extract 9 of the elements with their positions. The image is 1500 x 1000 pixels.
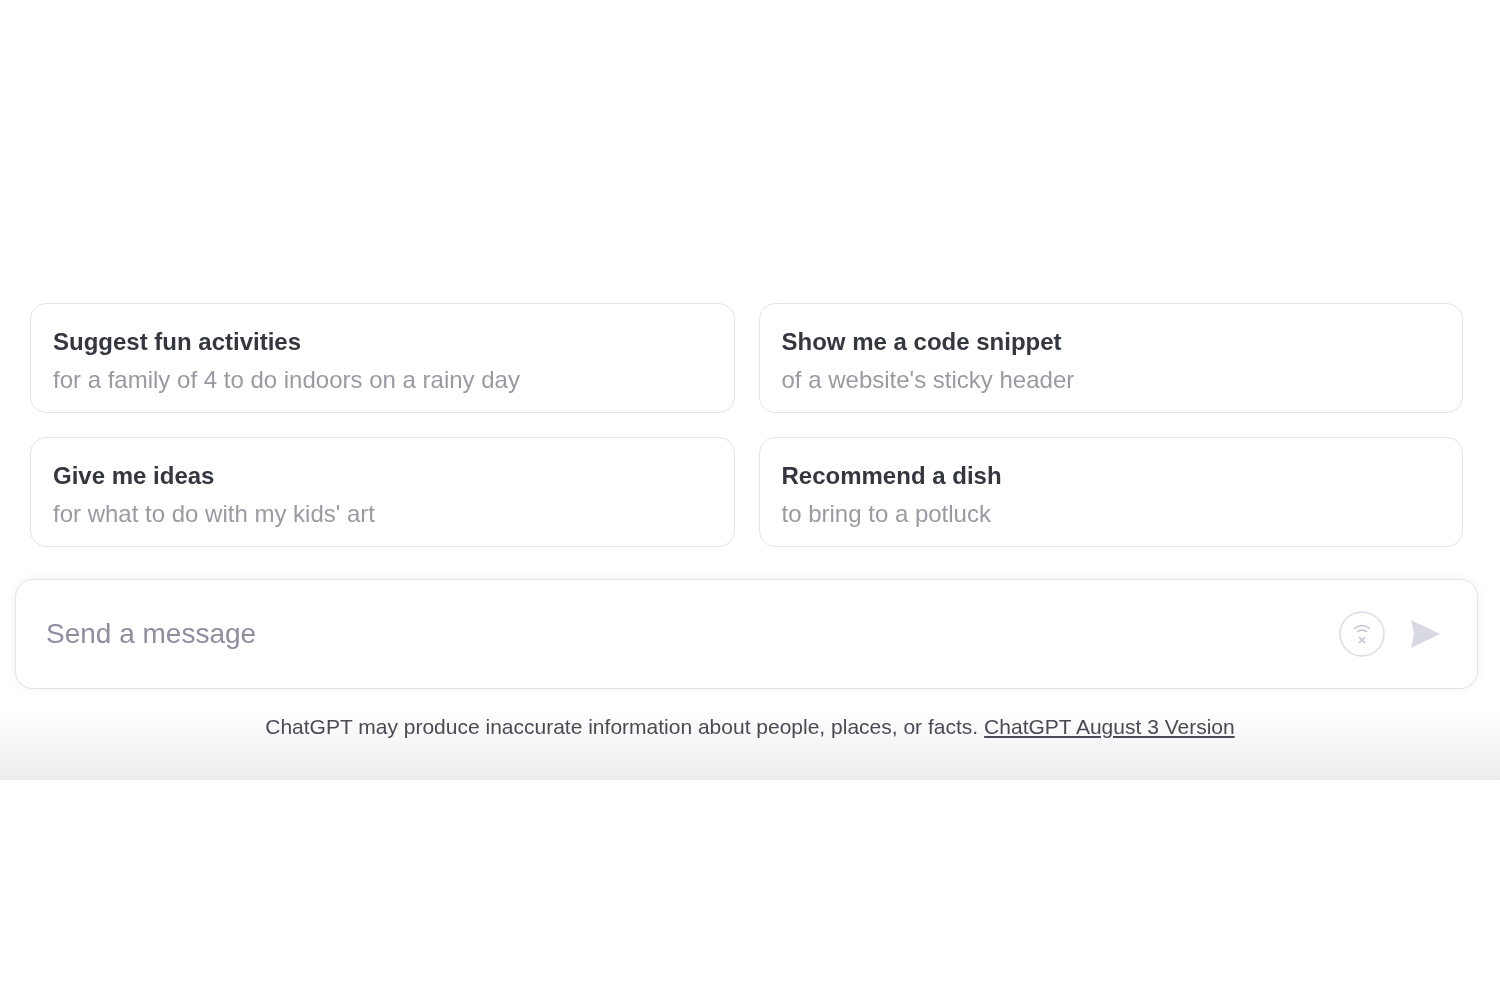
disclaimer-text: ChatGPT may produce inaccurate information about people, places, or facts. — [265, 715, 979, 739]
suggestion-card[interactable]: Give me ideas for what to do with my kids' art — [30, 437, 735, 547]
suggestion-card[interactable]: Recommend a dish to bring to a potluck — [758, 437, 1463, 547]
send-icon[interactable] — [1408, 617, 1442, 651]
suggestion-card[interactable]: Suggest fun activities for a family of 4 to do indoors on a rainy day — [30, 303, 735, 413]
message-field[interactable]: Send a message — [15, 579, 1478, 689]
wifi-off-icon[interactable] — [1338, 610, 1386, 658]
version-link[interactable]: ChatGPT August 3 Version — [984, 715, 1235, 739]
suggestion-card[interactable]: Show me a code snippet of a website's sticky header — [758, 303, 1463, 413]
